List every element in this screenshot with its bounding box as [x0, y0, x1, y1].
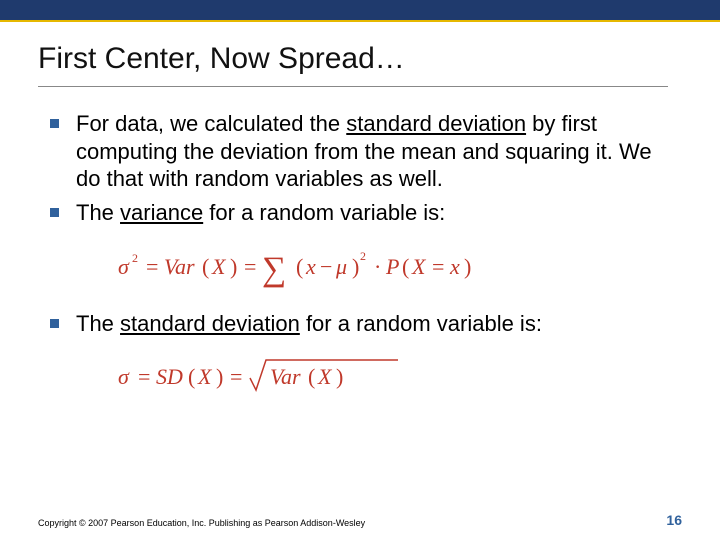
- text: for a random variable is:: [300, 311, 542, 336]
- svg-text:μ: μ: [335, 254, 347, 279]
- svg-text:X: X: [317, 364, 333, 389]
- bullet-list: For data, we calculated the standard dev…: [38, 110, 672, 226]
- svg-text:): ): [216, 364, 223, 389]
- footer: Copyright © 2007 Pearson Education, Inc.…: [38, 512, 682, 528]
- bullet-list: The standard deviation for a random vari…: [38, 310, 672, 338]
- bullet-item: The variance for a random variable is:: [38, 199, 672, 227]
- text: for a random variable is:: [203, 200, 445, 225]
- svg-text:P: P: [385, 254, 399, 279]
- svg-text:x: x: [305, 254, 316, 279]
- svg-text:∑: ∑: [262, 251, 286, 288]
- svg-text:(: (: [402, 254, 409, 279]
- slide-body: For data, we calculated the standard dev…: [38, 110, 672, 418]
- text: The: [76, 200, 120, 225]
- svg-text:=: =: [230, 364, 242, 389]
- svg-text:−: −: [320, 254, 332, 279]
- svg-text:2: 2: [132, 251, 138, 265]
- svg-text:(: (: [296, 254, 303, 279]
- text-underlined: standard deviation: [346, 111, 526, 136]
- text-underlined: variance: [120, 200, 203, 225]
- title-underline: [38, 86, 668, 87]
- svg-text:X: X: [197, 364, 213, 389]
- svg-text:(: (: [308, 364, 315, 389]
- bullet-item: The standard deviation for a random vari…: [38, 310, 672, 338]
- svg-text:X: X: [211, 254, 227, 279]
- slide: First Center, Now Spread… For data, we c…: [0, 0, 720, 540]
- svg-text:=: =: [432, 254, 444, 279]
- svg-text:): ): [464, 254, 471, 279]
- svg-text:=: =: [138, 364, 150, 389]
- svg-text:=: =: [146, 254, 158, 279]
- svg-text:=: =: [244, 254, 256, 279]
- text-underlined: standard deviation: [120, 311, 300, 336]
- header-band: [0, 0, 720, 22]
- copyright-text: Copyright © 2007 Pearson Education, Inc.…: [38, 518, 365, 528]
- page-number: 16: [666, 512, 682, 528]
- svg-text:Var: Var: [270, 364, 301, 389]
- svg-text:2: 2: [360, 249, 366, 263]
- svg-text:SD: SD: [156, 364, 183, 389]
- svg-text:Var: Var: [164, 254, 195, 279]
- slide-title: First Center, Now Spread…: [38, 42, 682, 76]
- svg-text:X: X: [411, 254, 427, 279]
- sd-formula: σ = SD ( X ) = Var ( X ): [118, 352, 672, 400]
- bullet-item: For data, we calculated the standard dev…: [38, 110, 672, 193]
- text: For data, we calculated the: [76, 111, 346, 136]
- svg-text:): ): [336, 364, 343, 389]
- text: The: [76, 311, 120, 336]
- svg-text:x: x: [449, 254, 460, 279]
- svg-text:): ): [230, 254, 237, 279]
- svg-text:(: (: [188, 364, 195, 389]
- variance-formula: σ 2 = Var ( X ) = ∑ ( x − μ ) 2 · P: [118, 240, 672, 292]
- svg-text:σ: σ: [118, 364, 130, 389]
- svg-text:·: ·: [374, 254, 381, 279]
- svg-text:σ: σ: [118, 254, 130, 279]
- svg-text:): ): [352, 254, 359, 279]
- svg-text:(: (: [202, 254, 209, 279]
